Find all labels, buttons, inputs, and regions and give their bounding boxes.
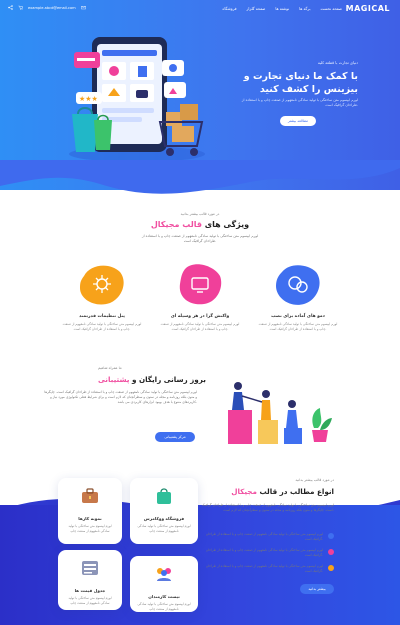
nav-item-posts[interactable]: نوشته ها	[275, 6, 289, 11]
card-title: جدول قیمت ها	[74, 588, 106, 593]
support-description: لورم ایپسوم متن ساختگی با تولید سادگی نا…	[44, 390, 197, 404]
svg-text:★★★: ★★★	[79, 95, 98, 103]
feature-description: لورم ایپسوم متن ساختگی با تولید سادگی نا…	[160, 322, 240, 331]
card-team[interactable]: تیست کارمندان لورم ایپسوم متن ساختگی با …	[130, 556, 198, 612]
feature-title: دمو های آماده برای نصب	[271, 314, 325, 319]
nav-item-pages[interactable]: برگه ها	[299, 6, 310, 11]
nav-item-gallery[interactable]: صفحه گلزار	[247, 6, 266, 11]
card-title: فروشگاه ووکامرس	[143, 516, 185, 521]
share-icon[interactable]	[8, 5, 13, 10]
hero-description: لورم ایپسوم متن ساختگی با تولید سادگی نا…	[241, 98, 358, 107]
card-title: تیست کارمندان	[148, 594, 180, 599]
nav-item-shop[interactable]: فروشگاه	[222, 6, 236, 11]
feature-blob-orange	[80, 265, 124, 305]
card-description: لورم ایپسوم متن ساختگی با تولید سادگی نا…	[68, 596, 112, 605]
list-bullet-icon	[328, 549, 334, 555]
feature-card-settings: پنل تنظیمات قدرتمند لورم ایپسوم متن ساخت…	[62, 262, 142, 332]
shopping-bag-icon	[157, 488, 171, 504]
top-utility: example.abcd@email.com	[8, 5, 86, 10]
feature-description: لورم ایپسوم متن ساختگی با تولید سادگی نا…	[258, 322, 338, 331]
feature-blob-pink	[179, 264, 222, 305]
hero-read-more-button[interactable]: مطالعه بیشتر	[280, 116, 316, 126]
support-center-button[interactable]: مرکز پشتیبانی	[155, 432, 195, 442]
card-portfolio[interactable]: نمونه کارها لورم ایپسوم متن ساختگی با تو…	[58, 478, 122, 544]
list-bullet-icon	[328, 533, 334, 539]
modules-title-main: انواع مطالب در قالب	[259, 487, 334, 496]
modules-list-item: لورم ایپسوم متن ساختگی با تولید سادگی نا…	[200, 548, 334, 557]
list-item-text: لورم ایپسوم متن ساختگی با تولید سادگی نا…	[205, 548, 323, 557]
team-icon	[157, 568, 171, 581]
card-description: لورم ایپسوم متن ساختگی با تولید سادگی نا…	[137, 524, 191, 533]
feature-card-responsive: واکنش گرا در هر وسیله ای لورم ایپسوم متن…	[160, 262, 240, 332]
list-item-text: لورم ایپسوم متن ساختگی با تولید سادگی نا…	[205, 564, 323, 573]
feature-title: پنل تنظیمات قدرتمند	[79, 314, 125, 319]
features-description: لورم ایپسوم متن ساختگی با تولید سادگی نا…	[141, 234, 259, 243]
ecommerce-illustration: ★★★	[69, 37, 205, 162]
card-woocommerce[interactable]: فروشگاه ووکامرس لورم ایپسوم متن ساختگی ب…	[130, 478, 198, 544]
list-item-text: لورم ایپسوم متن ساختگی با تولید سادگی نا…	[205, 532, 323, 541]
site-logo[interactable]: MAGICAL	[346, 4, 390, 13]
cart-icon[interactable]	[18, 5, 23, 10]
card-description: لورم ایپسوم متن ساختگی با تولید سادگی نا…	[137, 602, 191, 611]
hero-title: با کمک ما دنیای تجارت و بیزینس را کشف کن…	[243, 71, 358, 95]
modules-learn-more-button[interactable]: بیشتر بدانید	[300, 584, 334, 594]
support-title: بروز رسانی رایگان و پشتیبانی	[98, 375, 206, 384]
features-title: ویژگی های قالب مجیکال	[100, 220, 300, 229]
header-email[interactable]: example.abcd@email.com	[28, 6, 76, 10]
features-title-accent: قالب مجیکال	[150, 220, 202, 229]
support-title-main: بروز رسانی رایگان و	[132, 375, 206, 384]
hero-wave-divider	[0, 160, 400, 194]
modules-list-item: لورم ایپسوم متن ساختگی با تولید سادگی نا…	[200, 564, 334, 573]
teamwork-illustration	[228, 382, 332, 444]
list-bullet-icon	[328, 565, 334, 571]
card-pricing-table[interactable]: جدول قیمت ها لورم ایپسوم متن ساختگی با ت…	[58, 550, 122, 610]
modules-description: لورم ایپسوم متن ساختگی با تولید سادگی نا…	[201, 503, 334, 512]
features-title-main: ویژگی های	[204, 220, 250, 229]
hero-kicker: دنیای تجارت با قطعه کلیه	[317, 60, 358, 65]
mail-icon	[80, 6, 86, 10]
main-nav: صفحه نخست برگه ها نوشته ها صفحه گلزار فر…	[222, 6, 342, 11]
feature-card-demos: دمو های آماده برای نصب لورم ایپسوم متن س…	[258, 262, 338, 332]
feature-blob-blue	[276, 265, 320, 305]
support-title-accent: پشتیبانی	[98, 375, 130, 384]
card-title: نمونه کارها	[78, 516, 102, 521]
feature-description: لورم ایپسوم متن ساختگی با تولید سادگی نا…	[62, 322, 142, 331]
modules-title-accent: مجیکال	[231, 487, 257, 496]
price-table-icon	[82, 561, 98, 575]
nav-item-home[interactable]: صفحه نخست	[321, 6, 342, 11]
modules-title: انواع مطالب در قالب مجیکال	[231, 487, 334, 496]
support-kicker: ما همراه شاهیم	[98, 366, 122, 370]
features-kicker: در مورد قالب بیشتر بدانید	[180, 212, 220, 216]
card-description: لورم ایپسوم متن ساختگی با تولید سادگی نا…	[68, 524, 112, 533]
feature-title: واکنش گرا در هر وسیله ای	[170, 314, 230, 319]
page: example.abcd@email.com صفحه نخست برگه ها…	[0, 0, 400, 625]
briefcase-icon	[82, 488, 98, 503]
logo-text: MAGICAL	[345, 4, 390, 13]
modules-list-item: لورم ایپسوم متن ساختگی با تولید سادگی نا…	[200, 532, 334, 541]
modules-kicker: در مورد قالب بیشتر بدانید	[295, 478, 334, 482]
